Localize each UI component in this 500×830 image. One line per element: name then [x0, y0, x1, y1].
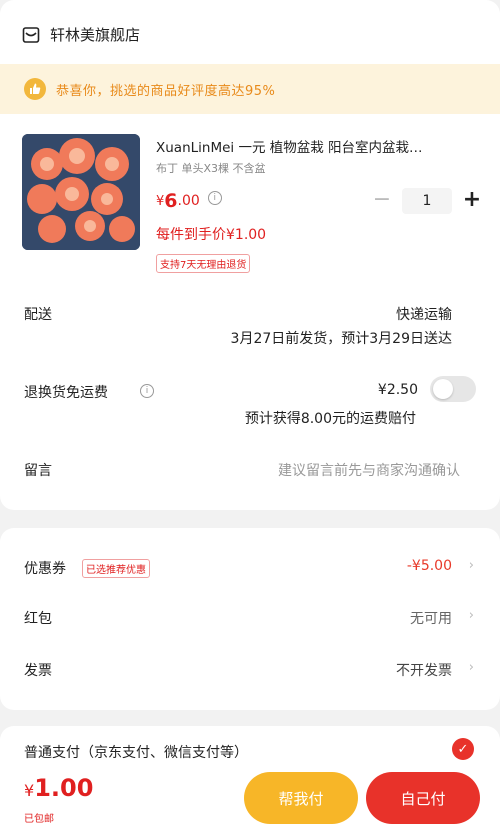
price-info-icon[interactable]: i	[207, 191, 222, 205]
shop-header[interactable]: 轩林美旗舰店	[22, 24, 140, 45]
order-total: ¥1.00	[24, 774, 93, 802]
redpacket-chevron-icon[interactable]: ›	[469, 608, 474, 623]
invoice-chevron-icon[interactable]: ›	[469, 660, 474, 675]
price-integer: 6	[164, 190, 178, 212]
product-title[interactable]: XuanLinMei 一元 植物盆栽 阳台室内盆栽…	[156, 136, 476, 156]
price-symbol: ¥	[156, 193, 165, 209]
redpacket-value[interactable]: 无可用	[410, 608, 452, 628]
product-spec: 布丁 单头X3棵 不含盆	[156, 162, 266, 175]
delivery-method[interactable]: 快递运输	[396, 304, 452, 324]
redpacket-label: 红包	[24, 611, 52, 627]
payment-selected-check-icon[interactable]: ✓	[452, 738, 474, 760]
coupon-label: 优惠券	[24, 561, 66, 577]
rating-banner: 恭喜你，挑选的商品好评度高达95%	[0, 64, 500, 114]
quantity-value[interactable]: 1	[402, 188, 452, 214]
invoice-value[interactable]: 不开发票	[396, 660, 452, 680]
invoice-label: 发票	[24, 663, 52, 679]
quantity-stepper: − 1 +	[372, 188, 482, 214]
shop-name: 轩林美旗舰店	[50, 26, 141, 44]
total-symbol: ¥	[24, 781, 35, 800]
total-value: 1.00	[34, 774, 94, 802]
payment-method-label[interactable]: 普通支付（京东支付、微信支付等）	[24, 742, 248, 762]
return-shipping-toggle[interactable]	[430, 376, 476, 402]
product-image[interactable]	[22, 134, 140, 250]
coupon-recommend-badge: 已选推荐优惠	[82, 559, 150, 578]
return-shipping-compensation: 预计获得8.00元的运费赔付	[244, 411, 416, 427]
decrease-quantity-button[interactable]: −	[372, 189, 392, 213]
free-shipping-note: 已包邮	[24, 814, 54, 825]
rating-banner-text: 恭喜你，挑选的商品好评度高达95%	[56, 83, 276, 99]
self-pay-button[interactable]: 自己付	[366, 772, 480, 824]
thumbs-up-icon	[24, 78, 46, 100]
help-me-pay-button[interactable]: 帮我付	[244, 772, 358, 824]
coupon-value[interactable]: -¥5.00	[407, 558, 452, 574]
coupon-chevron-icon[interactable]: ›	[469, 558, 474, 573]
delivery-label: 配送	[24, 307, 52, 323]
toggle-knob	[433, 379, 453, 399]
return-shipping-info-icon[interactable]: i	[140, 384, 154, 398]
return-shipping-price: ¥2.50	[377, 382, 418, 398]
message-label: 留言	[24, 463, 52, 479]
shop-icon	[22, 26, 40, 44]
return-shipping-label: 退换货免运费	[24, 385, 108, 401]
increase-quantity-button[interactable]: +	[462, 189, 482, 213]
delivery-schedule: 3月27日前发货，预计3月29日送达	[230, 331, 452, 347]
price-decimal: .00	[177, 193, 200, 209]
unit-final-price: 每件到手价¥1.00	[156, 227, 267, 243]
product-price: ¥ 6 .00 i	[156, 190, 222, 212]
return-policy-badge: 支持7天无理由退货	[156, 254, 251, 273]
message-input[interactable]: 建议留言前先与商家沟通确认	[278, 460, 460, 480]
